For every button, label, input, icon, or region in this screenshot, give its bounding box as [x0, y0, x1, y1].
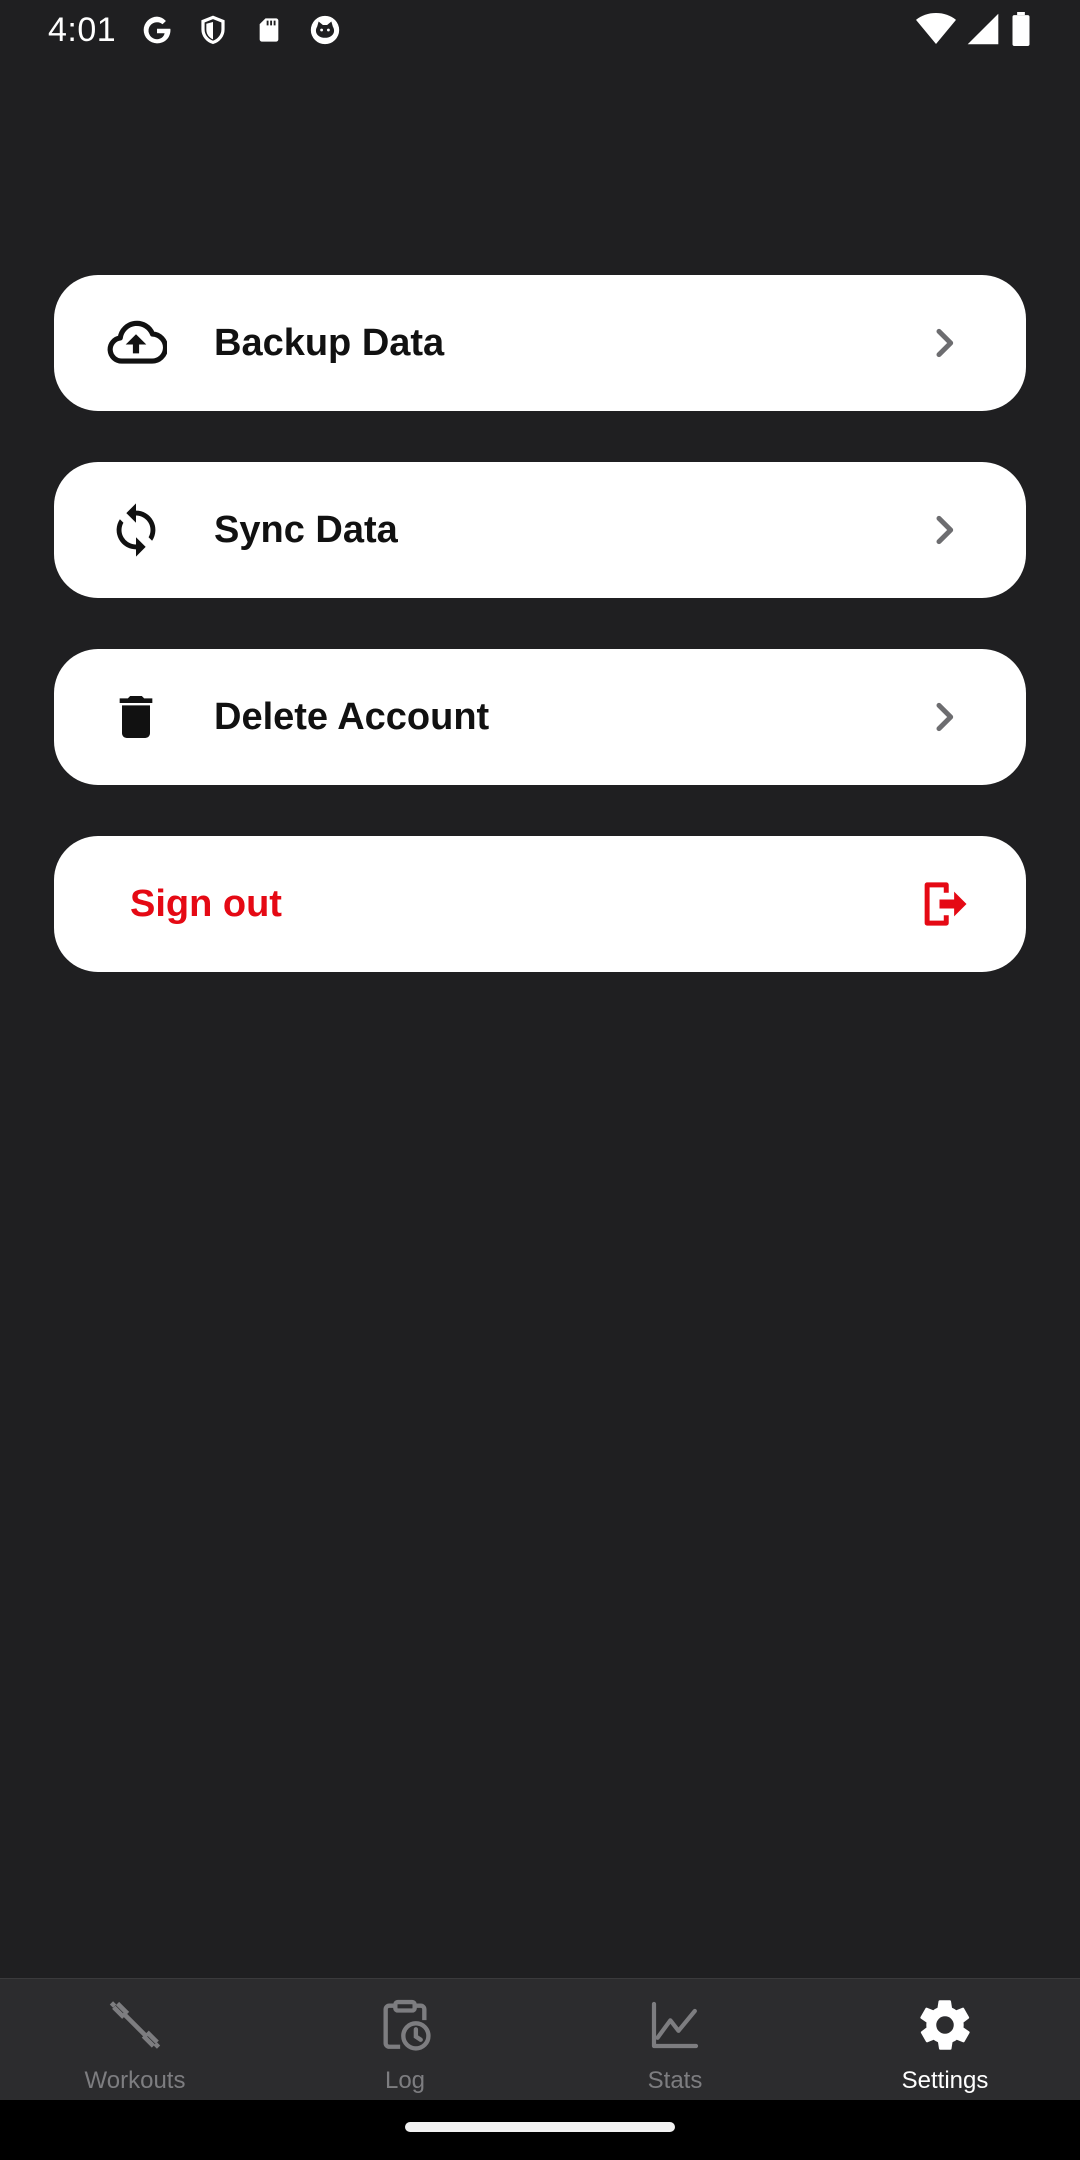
sd-card-icon [250, 11, 288, 49]
cat-face-icon [306, 11, 344, 49]
status-bar: 4:01 [0, 0, 1080, 62]
delete-account-label: Delete Account [214, 696, 490, 738]
backup-data-button[interactable]: Backup Data [54, 275, 1026, 411]
dumbbell-icon [105, 1995, 165, 2055]
notification-icons [138, 11, 344, 49]
nav-item-stats[interactable]: Stats [540, 1979, 810, 2101]
chevron-right-icon [920, 693, 968, 741]
gear-icon [915, 1995, 975, 2055]
chevron-right-icon [920, 319, 968, 367]
bottom-navigation: Workouts Log Stats Settings [0, 1978, 1080, 2101]
logout-icon [914, 874, 974, 934]
sync-icon [102, 496, 170, 564]
nav-label-log: Log [384, 2067, 426, 2094]
chevron-right-icon [920, 506, 968, 554]
clipboard-clock-icon [375, 1995, 435, 2055]
cell-signal-icon [966, 12, 1000, 51]
nav-item-settings[interactable]: Settings [810, 1979, 1080, 2101]
shield-icon [194, 11, 232, 49]
system-status-icons [916, 12, 1032, 51]
gesture-nav-area [0, 2100, 1080, 2160]
sign-out-button[interactable]: Sign out [54, 836, 1026, 972]
google-icon [138, 11, 176, 49]
wifi-icon [916, 12, 956, 51]
sync-data-button[interactable]: Sync Data [54, 462, 1026, 598]
cloud-upload-icon [102, 309, 170, 377]
nav-item-workouts[interactable]: Workouts [0, 1979, 270, 2101]
battery-icon [1010, 12, 1032, 51]
status-time: 4:01 [48, 11, 117, 49]
trash-icon [102, 683, 170, 751]
nav-label-settings: Settings [901, 2067, 989, 2094]
settings-screen: 4:01 Backup Data Sync Data Delete Accoun… [0, 0, 1080, 2160]
home-gesture-handle[interactable] [405, 2122, 675, 2132]
nav-label-workouts: Workouts [84, 2067, 186, 2094]
backup-data-label: Backup Data [214, 322, 445, 364]
nav-item-log[interactable]: Log [270, 1979, 540, 2101]
sign-out-label: Sign out [130, 883, 282, 925]
sync-data-label: Sync Data [214, 509, 398, 551]
line-chart-icon [645, 1995, 705, 2055]
delete-account-button[interactable]: Delete Account [54, 649, 1026, 785]
nav-label-stats: Stats [647, 2067, 703, 2094]
